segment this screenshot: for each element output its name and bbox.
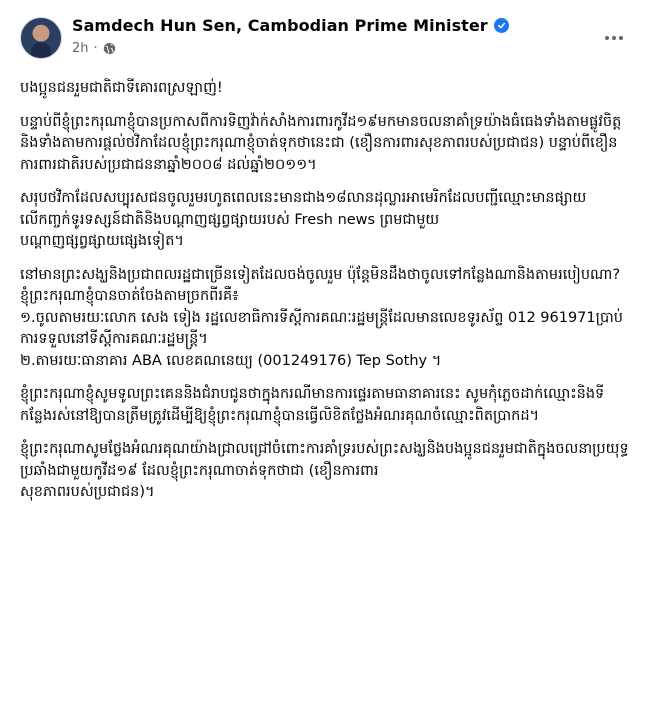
author-name[interactable]: Samdech Hun Sen, Cambodian Prime Ministe… xyxy=(72,16,488,35)
post-paragraph-4: នៅមានព្រះសង្ឃនិងប្រជាពលរដ្ឋជាច្រើនទៀតដែល… xyxy=(20,266,623,369)
more-dot xyxy=(605,36,609,40)
post-paragraph-3: សរុបថវិកាដែលសប្បុរសជនចូលរួមរហូតពេលនេះមាន… xyxy=(20,190,587,249)
post-subline: 2h · xyxy=(72,41,598,56)
subline-separator: · xyxy=(93,41,98,56)
more-dot xyxy=(612,36,616,40)
post-header: Samdech Hun Sen, Cambodian Prime Ministe… xyxy=(20,14,630,70)
post-meta: Samdech Hun Sen, Cambodian Prime Ministe… xyxy=(72,14,598,56)
globe-icon[interactable] xyxy=(103,42,116,55)
post-paragraph-2: បន្ទាប់ពីខ្ញុំព្រះករុណាខ្ញុំបានប្រកាសពីក… xyxy=(20,113,622,173)
post-timestamp[interactable]: 2h xyxy=(72,41,89,56)
verified-badge-icon xyxy=(493,18,509,33)
post-paragraph-1: បងប្អូនជនរួមជាតិជាទីគោរពស្រឡាញ់! xyxy=(20,80,223,96)
post-paragraph-6: ខ្ញុំព្រះករុណាសូមថ្លែងអំណរគុណយ៉ាងជ្រាលជ្… xyxy=(20,441,629,500)
author-avatar[interactable] xyxy=(20,17,62,59)
more-options-icon[interactable] xyxy=(598,22,630,54)
post-paragraph-5: ខ្ញុំព្រះករុណាខ្ញុំសូមទូលព្រះគេននិងជំរាប… xyxy=(20,386,605,424)
post-body: បងប្អូនជនរួមជាតិជាទីគោរពស្រឡាញ់! បន្ទាប់… xyxy=(20,78,630,504)
author-row: Samdech Hun Sen, Cambodian Prime Ministe… xyxy=(72,16,598,35)
post-card: Samdech Hun Sen, Cambodian Prime Ministe… xyxy=(0,0,650,709)
more-dot xyxy=(619,36,623,40)
